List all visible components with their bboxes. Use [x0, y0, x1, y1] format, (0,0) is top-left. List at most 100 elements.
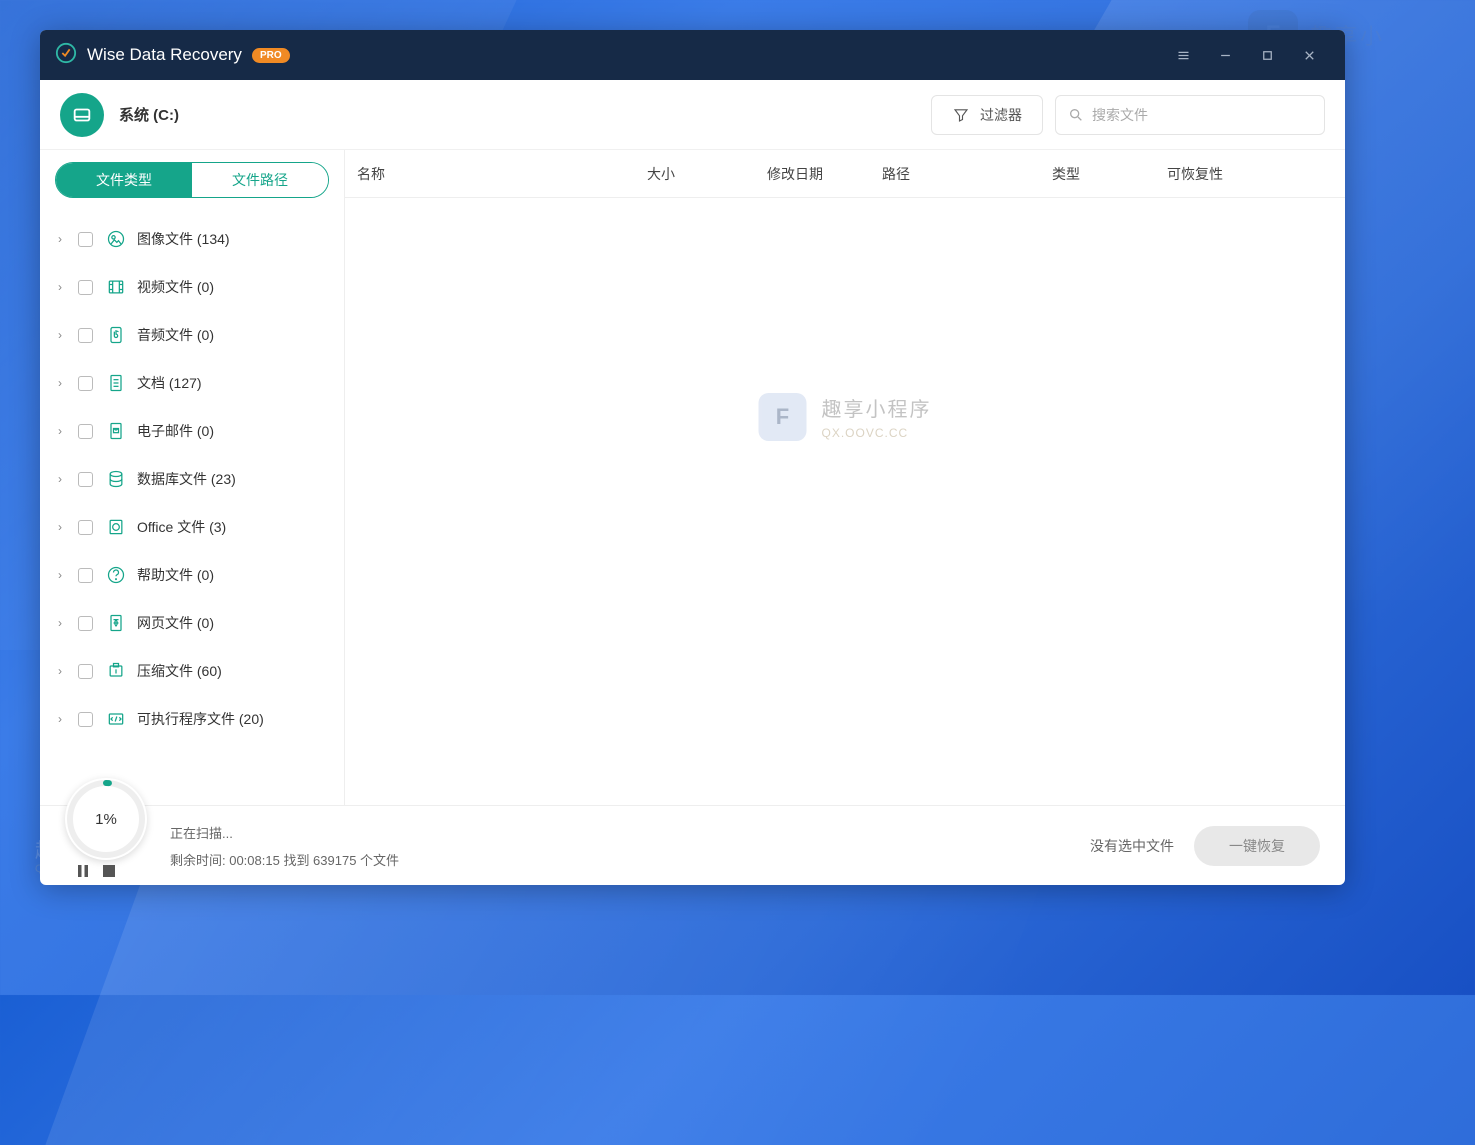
col-name[interactable]: 名称	[345, 164, 635, 184]
chevron-right-icon: ›	[58, 568, 68, 582]
checkbox[interactable]	[78, 664, 93, 679]
category-label: 网页文件 (0)	[137, 613, 214, 633]
image-icon	[105, 228, 127, 250]
col-path[interactable]: 路径	[870, 164, 1040, 184]
zip-icon	[105, 660, 127, 682]
exe-icon	[105, 708, 127, 730]
search-input[interactable]	[1092, 107, 1312, 123]
category-label: 电子邮件 (0)	[137, 421, 214, 441]
scan-status: 正在扫描...	[170, 823, 399, 842]
main-panel: 名称 大小 修改日期 路径 类型 可恢复性 F 趣享小程序 QX.OOVC.CC	[345, 150, 1345, 805]
web-icon	[105, 612, 127, 634]
category-label: 数据库文件 (23)	[137, 469, 236, 489]
category-label: 帮助文件 (0)	[137, 565, 214, 585]
titlebar: Wise Data Recovery PRO	[40, 30, 1345, 80]
close-button[interactable]	[1288, 39, 1330, 71]
chevron-right-icon: ›	[58, 664, 68, 678]
search-box[interactable]	[1055, 95, 1325, 135]
tab-file-path[interactable]: 文件路径	[192, 163, 328, 197]
checkbox[interactable]	[78, 280, 93, 295]
subheader: 系统 (C:) 过滤器	[40, 80, 1345, 150]
category-label: 视频文件 (0)	[137, 277, 214, 297]
category-web[interactable]: › 网页文件 (0)	[40, 599, 344, 647]
category-video[interactable]: › 视频文件 (0)	[40, 263, 344, 311]
chevron-right-icon: ›	[58, 616, 68, 630]
category-help[interactable]: › 帮助文件 (0)	[40, 551, 344, 599]
chevron-right-icon: ›	[58, 376, 68, 390]
table-header: 名称 大小 修改日期 路径 类型 可恢复性	[345, 150, 1345, 198]
col-type[interactable]: 类型	[1040, 164, 1155, 184]
pause-button[interactable]	[75, 863, 91, 879]
category-label: 文档 (127)	[137, 373, 202, 393]
chevron-right-icon: ›	[58, 712, 68, 726]
category-image[interactable]: › 图像文件 (134)	[40, 215, 344, 263]
category-zip[interactable]: › 压缩文件 (60)	[40, 647, 344, 695]
checkbox[interactable]	[78, 568, 93, 583]
watermark-logo-icon: F	[759, 393, 807, 441]
app-logo-icon	[55, 42, 87, 69]
checkbox[interactable]	[78, 376, 93, 391]
watermark: F 趣享小程序 QX.OOVC.CC	[759, 393, 932, 441]
checkbox[interactable]	[78, 712, 93, 727]
menu-button[interactable]	[1162, 39, 1204, 71]
category-doc[interactable]: › 文档 (127)	[40, 359, 344, 407]
audio-icon	[105, 324, 127, 346]
pro-badge: PRO	[252, 48, 290, 63]
checkbox[interactable]	[78, 232, 93, 247]
filter-button[interactable]: 过滤器	[931, 95, 1043, 135]
checkbox[interactable]	[78, 472, 93, 487]
col-recoverable[interactable]: 可恢复性	[1155, 164, 1345, 184]
chevron-right-icon: ›	[58, 280, 68, 294]
db-icon	[105, 468, 127, 490]
stop-button[interactable]	[101, 863, 117, 879]
video-icon	[105, 276, 127, 298]
category-label: 音频文件 (0)	[137, 325, 214, 345]
chevron-right-icon: ›	[58, 520, 68, 534]
filter-label: 过滤器	[980, 105, 1022, 125]
col-size[interactable]: 大小	[635, 164, 755, 184]
drive-label: 系统 (C:)	[119, 104, 179, 125]
app-title: Wise Data Recovery	[87, 45, 242, 65]
category-audio[interactable]: › 音频文件 (0)	[40, 311, 344, 359]
progress-percent: 1%	[95, 811, 117, 828]
search-icon	[1068, 107, 1084, 123]
chevron-right-icon: ›	[58, 424, 68, 438]
filter-icon	[952, 106, 970, 124]
checkbox[interactable]	[78, 520, 93, 535]
chevron-right-icon: ›	[58, 328, 68, 342]
minimize-button[interactable]	[1204, 39, 1246, 71]
category-label: Office 文件 (3)	[137, 517, 226, 537]
chevron-right-icon: ›	[58, 232, 68, 246]
checkbox[interactable]	[78, 616, 93, 631]
table-body: F 趣享小程序 QX.OOVC.CC	[345, 198, 1345, 805]
category-label: 可执行程序文件 (20)	[137, 709, 264, 729]
office-icon	[105, 516, 127, 538]
tab-file-type[interactable]: 文件类型	[56, 163, 192, 197]
sidebar: 文件类型 文件路径 ›图像文件 (134)›视频文件 (0)›音频文件 (0)›…	[40, 150, 345, 805]
col-date[interactable]: 修改日期	[755, 164, 870, 184]
no-selection-label: 没有选中文件	[1090, 836, 1174, 856]
app-window: Wise Data Recovery PRO 系统 (C:) 过滤器	[40, 30, 1345, 885]
watermark-sub: QX.OOVC.CC	[822, 426, 932, 440]
category-email[interactable]: › 电子邮件 (0)	[40, 407, 344, 455]
tab-switch: 文件类型 文件路径	[55, 162, 329, 198]
category-office[interactable]: › Office 文件 (3)	[40, 503, 344, 551]
drive-icon	[60, 93, 104, 137]
watermark-title: 趣享小程序	[822, 393, 932, 422]
progress-circle: 1%	[65, 778, 147, 860]
footer: 1% 正在扫描... 剩余时间: 00:08:15 找到 639175 个文件 …	[40, 805, 1345, 885]
category-db[interactable]: › 数据库文件 (23)	[40, 455, 344, 503]
doc-icon	[105, 372, 127, 394]
recover-button[interactable]: 一键恢复	[1194, 826, 1320, 866]
category-tree: › 图像文件 (134) › 视频文件 (0) › 音频文件 (0) › 文档 (127) › 电…	[40, 210, 344, 805]
category-exe[interactable]: › 可执行程序文件 (20)	[40, 695, 344, 743]
help-icon	[105, 564, 127, 586]
maximize-button[interactable]	[1246, 39, 1288, 71]
category-label: 压缩文件 (60)	[137, 661, 222, 681]
checkbox[interactable]	[78, 328, 93, 343]
scan-remaining: 剩余时间: 00:08:15 找到 639175 个文件	[170, 850, 399, 869]
chevron-right-icon: ›	[58, 472, 68, 486]
category-label: 图像文件 (134)	[137, 229, 230, 249]
checkbox[interactable]	[78, 424, 93, 439]
email-icon	[105, 420, 127, 442]
